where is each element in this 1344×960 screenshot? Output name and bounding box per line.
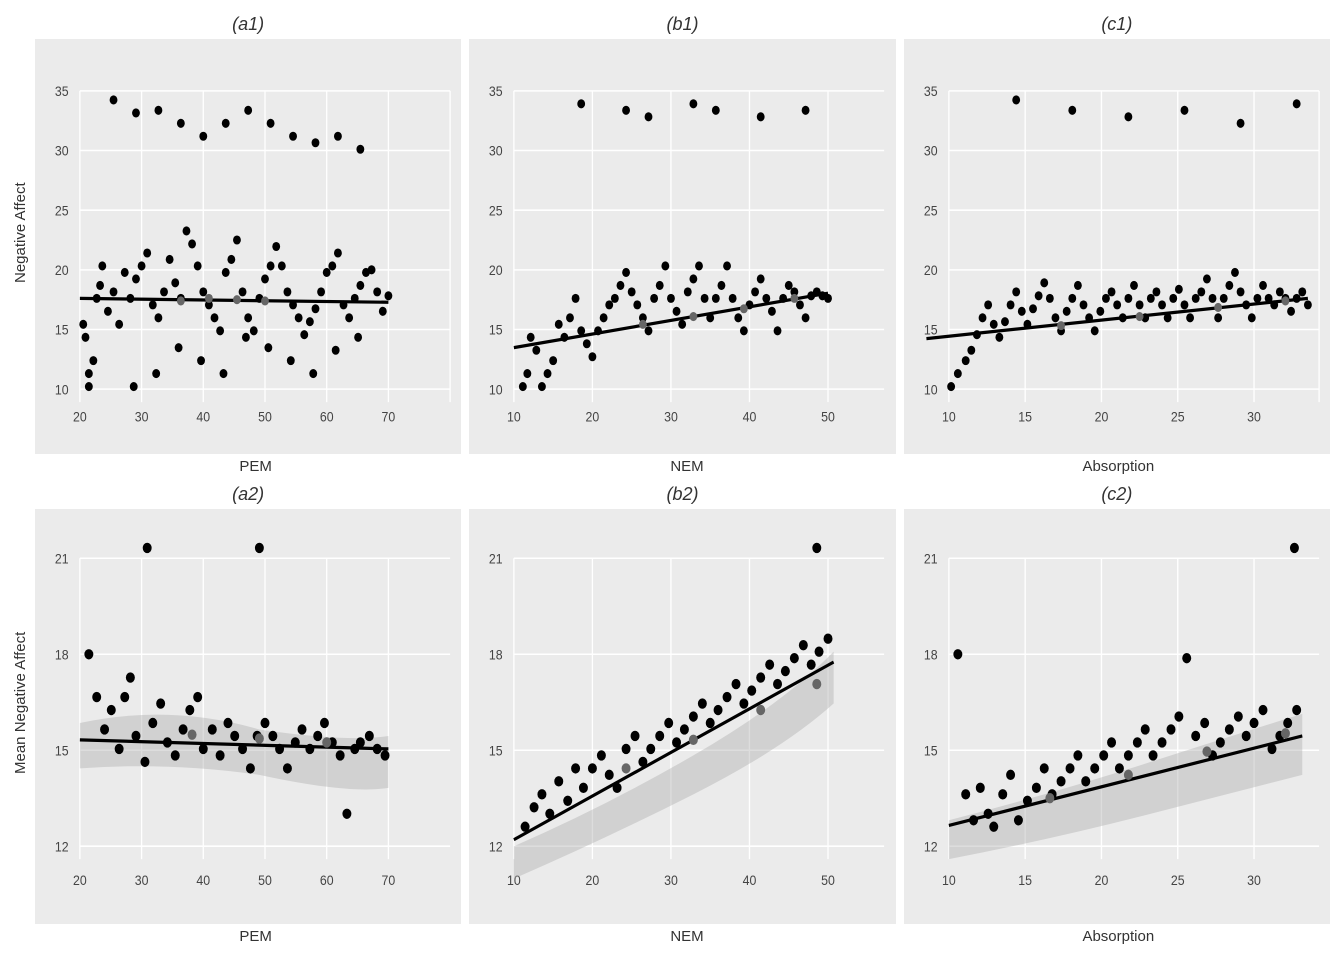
svg-text:50: 50 <box>258 872 272 888</box>
title-b1: (b1) <box>465 10 899 37</box>
plot-c1: 10 15 20 25 30 35 10 15 20 25 30 <box>904 39 1330 454</box>
svg-text:15: 15 <box>55 743 69 759</box>
svg-text:25: 25 <box>924 203 938 219</box>
svg-text:10: 10 <box>489 382 503 398</box>
svg-text:30: 30 <box>1247 409 1261 425</box>
title-c1: (c1) <box>900 10 1334 37</box>
svg-text:25: 25 <box>1171 409 1185 425</box>
plot-b1: 10 15 20 25 30 35 10 20 30 40 50 <box>469 39 895 454</box>
svg-text:21: 21 <box>55 551 69 567</box>
xlabels-row2: PEM NEM Absorption <box>10 926 1334 950</box>
svg-text:30: 30 <box>135 409 149 425</box>
svg-text:70: 70 <box>382 872 396 888</box>
svg-text:20: 20 <box>1094 409 1108 425</box>
svg-text:12: 12 <box>489 839 503 855</box>
svg-text:35: 35 <box>924 83 938 99</box>
plot-b2: 12 15 18 21 10 20 30 40 50 <box>469 509 895 924</box>
svg-text:25: 25 <box>1171 872 1185 888</box>
panel-b1: (b1) <box>465 10 899 456</box>
svg-text:10: 10 <box>924 382 938 398</box>
xlabel-a1: PEM <box>40 456 471 480</box>
svg-text:35: 35 <box>55 83 69 99</box>
svg-text:18: 18 <box>924 647 938 663</box>
svg-text:30: 30 <box>664 409 678 425</box>
xlabel-a2: PEM <box>40 926 471 950</box>
main-container: Negative Affect (a1) <box>0 0 1344 960</box>
svg-text:15: 15 <box>924 743 938 759</box>
svg-text:60: 60 <box>320 409 334 425</box>
plot-c2: 12 15 18 21 10 15 20 25 30 <box>904 509 1330 924</box>
svg-text:40: 40 <box>196 872 210 888</box>
svg-text:30: 30 <box>1247 872 1261 888</box>
svg-text:20: 20 <box>586 872 600 888</box>
title-b2: (b2) <box>465 480 899 507</box>
y-label-row2: Mean Negative Affect <box>10 480 31 926</box>
svg-text:50: 50 <box>821 409 835 425</box>
svg-text:20: 20 <box>73 409 87 425</box>
svg-text:40: 40 <box>743 409 757 425</box>
svg-text:15: 15 <box>489 322 503 338</box>
panel-c2: (c2) <box>900 480 1334 926</box>
svg-text:20: 20 <box>73 872 87 888</box>
title-a1: (a1) <box>31 10 465 37</box>
svg-text:18: 18 <box>55 647 69 663</box>
svg-text:20: 20 <box>1094 872 1108 888</box>
svg-text:10: 10 <box>942 409 956 425</box>
svg-text:50: 50 <box>258 409 272 425</box>
svg-text:30: 30 <box>924 143 938 159</box>
svg-text:70: 70 <box>382 409 396 425</box>
xlabel-b1: NEM <box>471 456 902 480</box>
panel-a2: (a2) <box>31 480 465 926</box>
svg-text:21: 21 <box>489 551 503 567</box>
plot-a1: 10 15 20 25 30 35 20 30 40 50 60 <box>35 39 461 454</box>
svg-text:20: 20 <box>55 262 69 278</box>
svg-text:25: 25 <box>55 203 69 219</box>
svg-text:15: 15 <box>924 322 938 338</box>
svg-text:25: 25 <box>489 203 503 219</box>
svg-text:15: 15 <box>55 322 69 338</box>
svg-text:30: 30 <box>664 872 678 888</box>
svg-text:20: 20 <box>489 262 503 278</box>
svg-text:20: 20 <box>924 262 938 278</box>
svg-text:20: 20 <box>586 409 600 425</box>
xlabel-c2: Absorption <box>903 926 1334 950</box>
svg-text:18: 18 <box>489 647 503 663</box>
title-c2: (c2) <box>900 480 1334 507</box>
svg-text:10: 10 <box>55 382 69 398</box>
panel-b2: (b2) <box>465 480 899 926</box>
svg-text:12: 12 <box>924 839 938 855</box>
xlabel-c1: Absorption <box>903 456 1334 480</box>
svg-text:10: 10 <box>942 872 956 888</box>
svg-text:15: 15 <box>1018 409 1032 425</box>
svg-text:30: 30 <box>135 872 149 888</box>
svg-text:35: 35 <box>489 83 503 99</box>
svg-text:21: 21 <box>924 551 938 567</box>
svg-text:10: 10 <box>507 409 521 425</box>
panel-a1: (a1) <box>31 10 465 456</box>
svg-text:15: 15 <box>1018 872 1032 888</box>
svg-text:30: 30 <box>55 143 69 159</box>
svg-text:60: 60 <box>320 872 334 888</box>
svg-text:30: 30 <box>489 143 503 159</box>
svg-text:15: 15 <box>489 743 503 759</box>
row-2: Mean Negative Affect (a2) <box>10 480 1334 926</box>
svg-text:50: 50 <box>821 872 835 888</box>
svg-text:40: 40 <box>743 872 757 888</box>
panel-c1: (c1) <box>900 10 1334 456</box>
plot-a2: 12 15 18 21 20 30 40 50 60 70 <box>35 509 461 924</box>
row-1: Negative Affect (a1) <box>10 10 1334 456</box>
xlabels-row1: PEM NEM Absorption <box>10 456 1334 480</box>
y-label-row1: Negative Affect <box>10 10 31 456</box>
svg-text:12: 12 <box>55 839 69 855</box>
svg-text:40: 40 <box>196 409 210 425</box>
xlabel-b2: NEM <box>471 926 902 950</box>
title-a2: (a2) <box>31 480 465 507</box>
